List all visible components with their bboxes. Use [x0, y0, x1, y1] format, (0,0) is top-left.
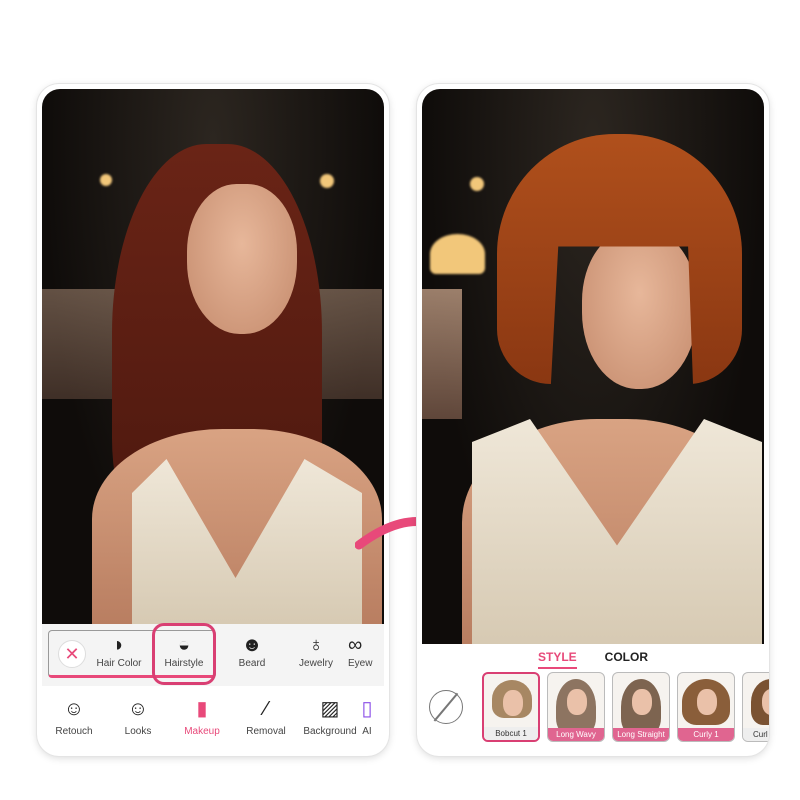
tab-ai[interactable]: ▯ AI: [352, 696, 382, 737]
tab-makeup[interactable]: ▮ Makeup: [170, 696, 234, 737]
background-icon: ▨: [320, 698, 340, 720]
tab-retouch[interactable]: ☺ Retouch: [42, 696, 106, 737]
style-long-wavy[interactable]: Long Wavy: [547, 672, 605, 742]
style-curly-2[interactable]: Curl: [742, 672, 769, 742]
hair-color-icon: ◗: [112, 634, 126, 656]
tab-removal[interactable]: ⁄ Removal: [234, 696, 298, 737]
style-color-tabs: STYLE COLOR: [417, 650, 769, 669]
eyewear-icon: ∞: [348, 634, 363, 656]
beard-icon: ☻: [241, 634, 263, 656]
tool-beard[interactable]: ☻ Beard: [220, 632, 284, 669]
looks-icon: ☺: [127, 698, 149, 720]
style-long-straight[interactable]: Long Straight: [612, 672, 670, 742]
tool-hair-color[interactable]: ◗ Hair Color: [87, 632, 151, 669]
retouch-icon: ☺: [63, 698, 85, 720]
tool-eyewear[interactable]: ∞ Eyew: [348, 632, 389, 669]
tab-looks[interactable]: ☺ Looks: [106, 696, 170, 737]
hairstyle-highlight: [152, 623, 216, 685]
close-icon[interactable]: ✕: [58, 640, 86, 668]
style-bobcut-1[interactable]: Bobcut 1: [482, 672, 540, 742]
tab-style[interactable]: STYLE: [537, 650, 577, 669]
tool-jewelry[interactable]: ♁ Jewelry: [284, 632, 348, 669]
hairstyle-list: Bobcut 1 Long Wavy Long Straight Curly 1…: [427, 672, 769, 742]
lipstick-icon: ▮: [196, 698, 208, 720]
original-photo: [42, 89, 384, 624]
jewelry-icon: ♁: [308, 634, 324, 656]
no-style-icon[interactable]: [429, 690, 463, 724]
style-curly-1[interactable]: Curly 1: [677, 672, 735, 742]
result-photo: [422, 89, 764, 644]
magic-wand-icon: ⁄: [264, 698, 268, 720]
tab-color[interactable]: COLOR: [605, 650, 648, 669]
ai-icon: ▯: [361, 698, 373, 720]
before-phone: ✕ ◗ Hair Color ◒ Hairstyle ☻ Beard ♁ Jewelry…: [37, 84, 389, 756]
after-phone: STYLE COLOR Bobcut 1 Long Wavy Long Stra…: [417, 84, 769, 756]
